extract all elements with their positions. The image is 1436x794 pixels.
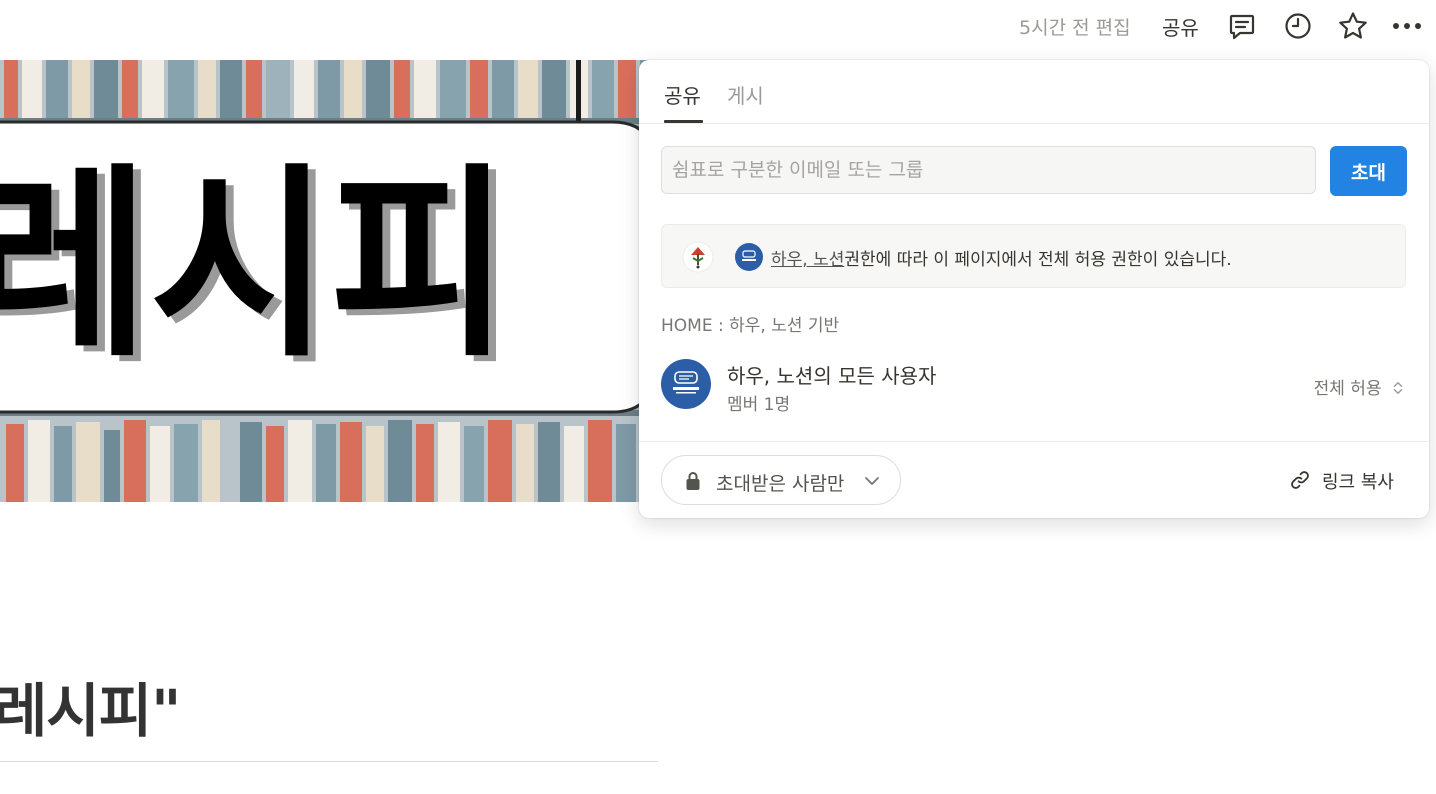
cover-image: 레시피 레시피 [0,60,660,502]
sort-icon [1393,382,1403,394]
member-count: 멤버 1명 [727,395,791,415]
workspace-emoji-icon [682,241,714,273]
page-title[interactable]: 레시피" [0,664,181,748]
permission-label: 전체 허용 [1313,379,1382,399]
share-button[interactable]: 공유 [1162,12,1199,41]
workspace-link[interactable]: 하우, 노션 [771,250,844,270]
share-popup: 공유 게시 초대 하우, 노션권한에 따라 이 페이지에서 전체 허용 권한이 … [639,60,1429,518]
invite-email-input[interactable] [661,146,1316,194]
divider [0,761,658,762]
member-row: 하우, 노션의 모든 사용자 멤버 1명 전체 허용 [661,352,1407,416]
permission-notice: 하우, 노션권한에 따라 이 페이지에서 전체 허용 권한이 있습니다. [661,224,1406,288]
comment-icon[interactable] [1226,10,1258,42]
tab-share[interactable]: 공유 [664,80,701,109]
star-icon[interactable] [1337,10,1369,42]
top-bar: 5시간 전 편집 공유 [0,0,1436,52]
workspace-group-label: HOME : 하우, 노션 기반 [661,316,840,336]
permission-dropdown[interactable]: 전체 허용 [1314,374,1405,399]
member-name: 하우, 노션의 모든 사용자 [727,364,937,388]
last-edited-text: 5시간 전 편집 [1019,17,1131,39]
lock-icon [686,472,700,490]
active-tab-indicator [664,120,703,123]
more-icon[interactable] [1391,10,1423,42]
general-access-label: 초대받은 사람만 [716,473,845,495]
history-icon[interactable] [1282,10,1314,42]
chevron-down-icon [865,477,879,485]
tab-publish[interactable]: 게시 [727,80,764,109]
workspace-avatar [661,359,711,409]
copy-link-label: 링크 복사 [1322,472,1394,493]
invite-button[interactable]: 초대 [1330,146,1407,196]
divider [639,441,1429,442]
cover-title-text: 레시피 [0,147,510,385]
link-icon [1291,471,1309,489]
share-tabs: 공유 게시 [639,60,1429,124]
notice-text: 권한에 따라 이 페이지에서 전체 허용 권한이 있습니다. [844,250,1232,270]
general-access-dropdown[interactable]: 초대받은 사람만 [661,455,901,505]
workspace-avatar [735,243,763,271]
